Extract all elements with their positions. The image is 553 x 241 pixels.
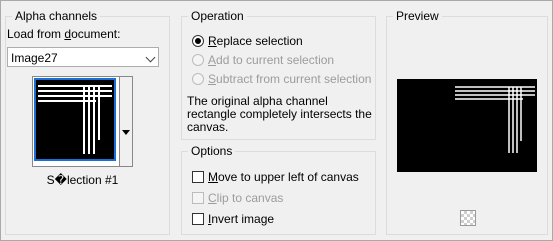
channel-thumbnail-frame[interactable]: [32, 76, 122, 167]
document-select[interactable]: Image27: [7, 47, 159, 67]
options-group: Options Move to upper left of canvas Cli…: [181, 144, 376, 235]
thumbnail-grid-lines: [38, 85, 112, 154]
alpha-channels-title: Alpha channels: [12, 9, 101, 23]
options-title: Options: [188, 144, 236, 158]
chevron-down-icon: [145, 52, 156, 63]
checkbox-box: [192, 192, 204, 204]
operation-title: Operation: [188, 9, 247, 23]
preview-group: Preview: [386, 9, 548, 235]
preview-title: Preview: [393, 9, 442, 23]
checkbox-box: [192, 213, 204, 225]
operation-group: Operation Replace selection Add to curre…: [181, 9, 376, 140]
radio-dot: [192, 73, 204, 85]
channel-thumbnail[interactable]: [34, 78, 116, 161]
radio-dot: [192, 35, 204, 47]
preview-image: [397, 79, 537, 172]
selection-name: S�lection #1: [46, 173, 119, 187]
triangle-down-icon: [122, 130, 130, 135]
load-from-document-label: Load from document:: [7, 27, 121, 41]
thumbnail-dropdown-button[interactable]: [119, 76, 133, 167]
preview-grid-lines: [455, 86, 535, 153]
operation-info-text: The original alpha channel rectangle com…: [187, 94, 372, 134]
checkbox-box: [192, 171, 204, 183]
radio-dot: [192, 54, 204, 66]
checkerboard-icon[interactable]: [460, 210, 476, 226]
document-select-value: Image27: [11, 51, 58, 65]
